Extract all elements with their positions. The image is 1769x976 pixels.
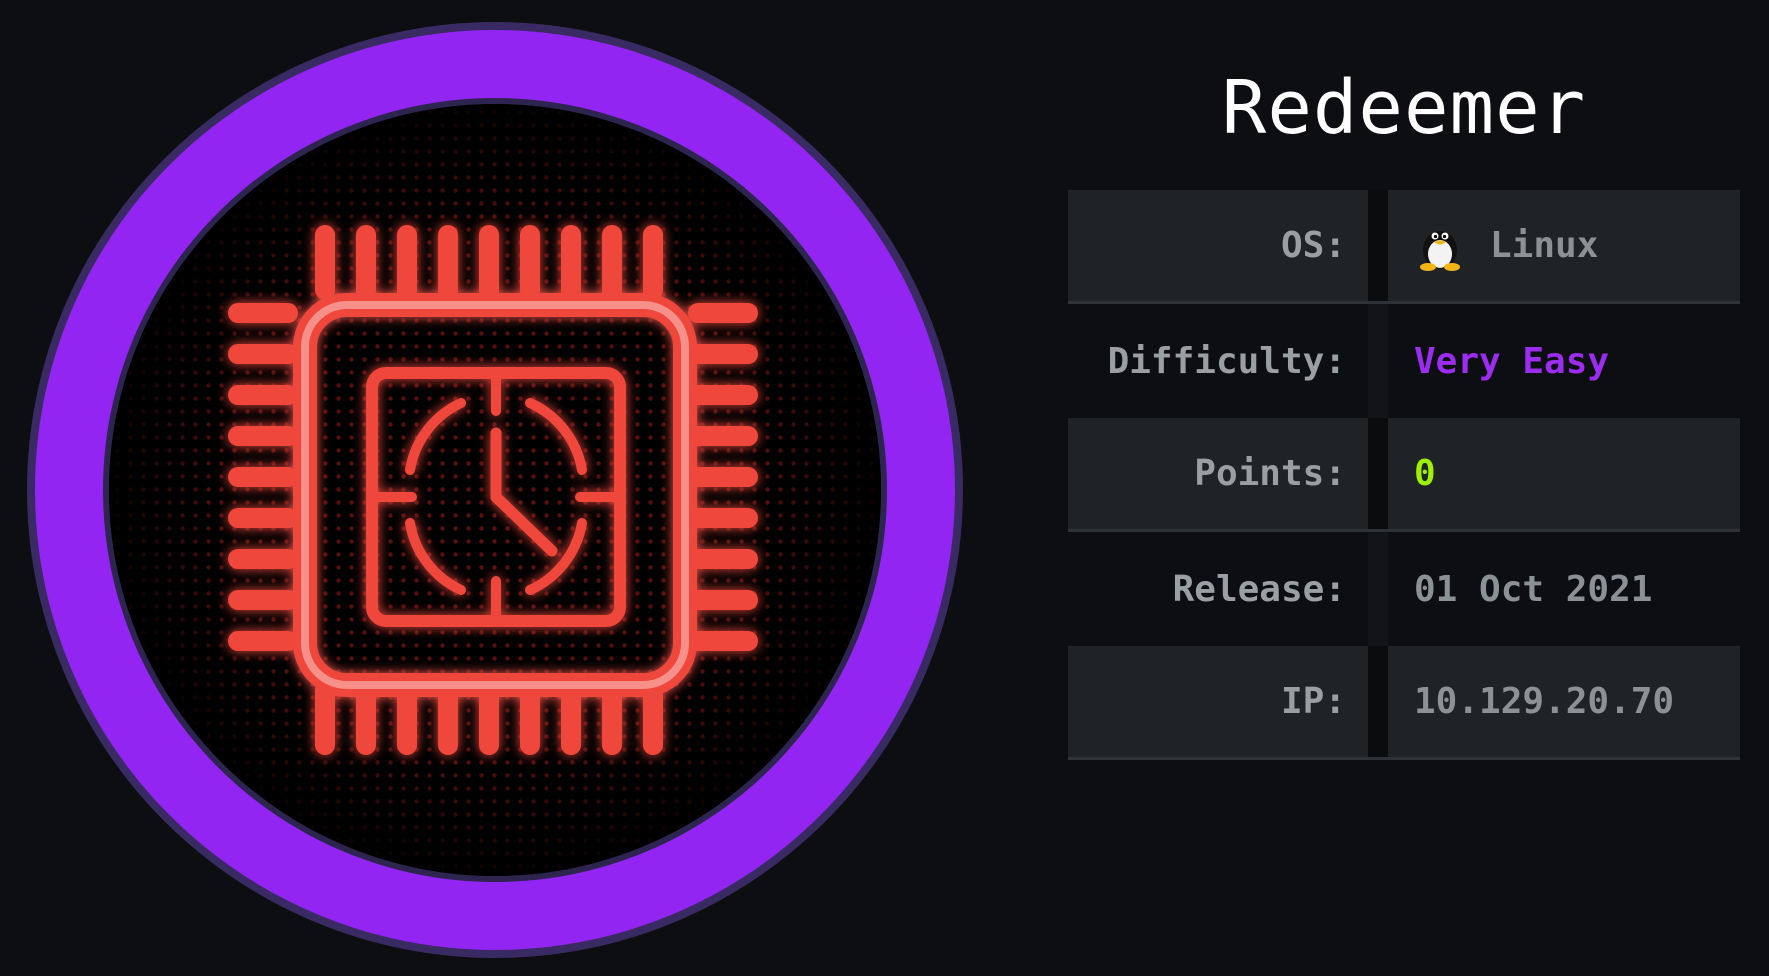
row-divider	[1368, 418, 1388, 529]
ip-label: IP:	[1280, 681, 1346, 722]
detail-row-os: OS: Linux	[1068, 190, 1740, 304]
os-value: Linux	[1388, 220, 1598, 272]
release-label: Release:	[1172, 568, 1346, 610]
detail-row-points: Points: 0	[1068, 418, 1740, 532]
detail-row-ip: IP: 10.129.20.70	[1068, 646, 1740, 760]
os-name: Linux	[1490, 225, 1599, 266]
detail-row-difficulty: Difficulty: Very Easy	[1068, 304, 1740, 418]
points-value: 0	[1414, 453, 1436, 494]
machine-info-panel: Redeemer OS: Linux Difficulty: Very Easy…	[1068, 60, 1740, 760]
row-divider	[1368, 304, 1388, 418]
cpu-chip-clock-icon	[27, 22, 963, 958]
row-divider	[1368, 190, 1388, 301]
row-divider	[1368, 532, 1388, 646]
difficulty-label: Difficulty:	[1107, 340, 1346, 382]
release-value: 01 Oct 2021	[1414, 568, 1653, 610]
os-label: OS:	[1280, 225, 1346, 266]
difficulty-value: Very Easy	[1414, 340, 1610, 382]
machine-logo	[20, 15, 970, 965]
machine-name: Redeemer	[1221, 65, 1587, 151]
row-divider	[1368, 646, 1388, 757]
tux-icon	[1414, 220, 1466, 272]
points-label: Points:	[1194, 453, 1346, 494]
ip-value: 10.129.20.70	[1414, 681, 1675, 722]
detail-row-release: Release: 01 Oct 2021	[1068, 532, 1740, 646]
